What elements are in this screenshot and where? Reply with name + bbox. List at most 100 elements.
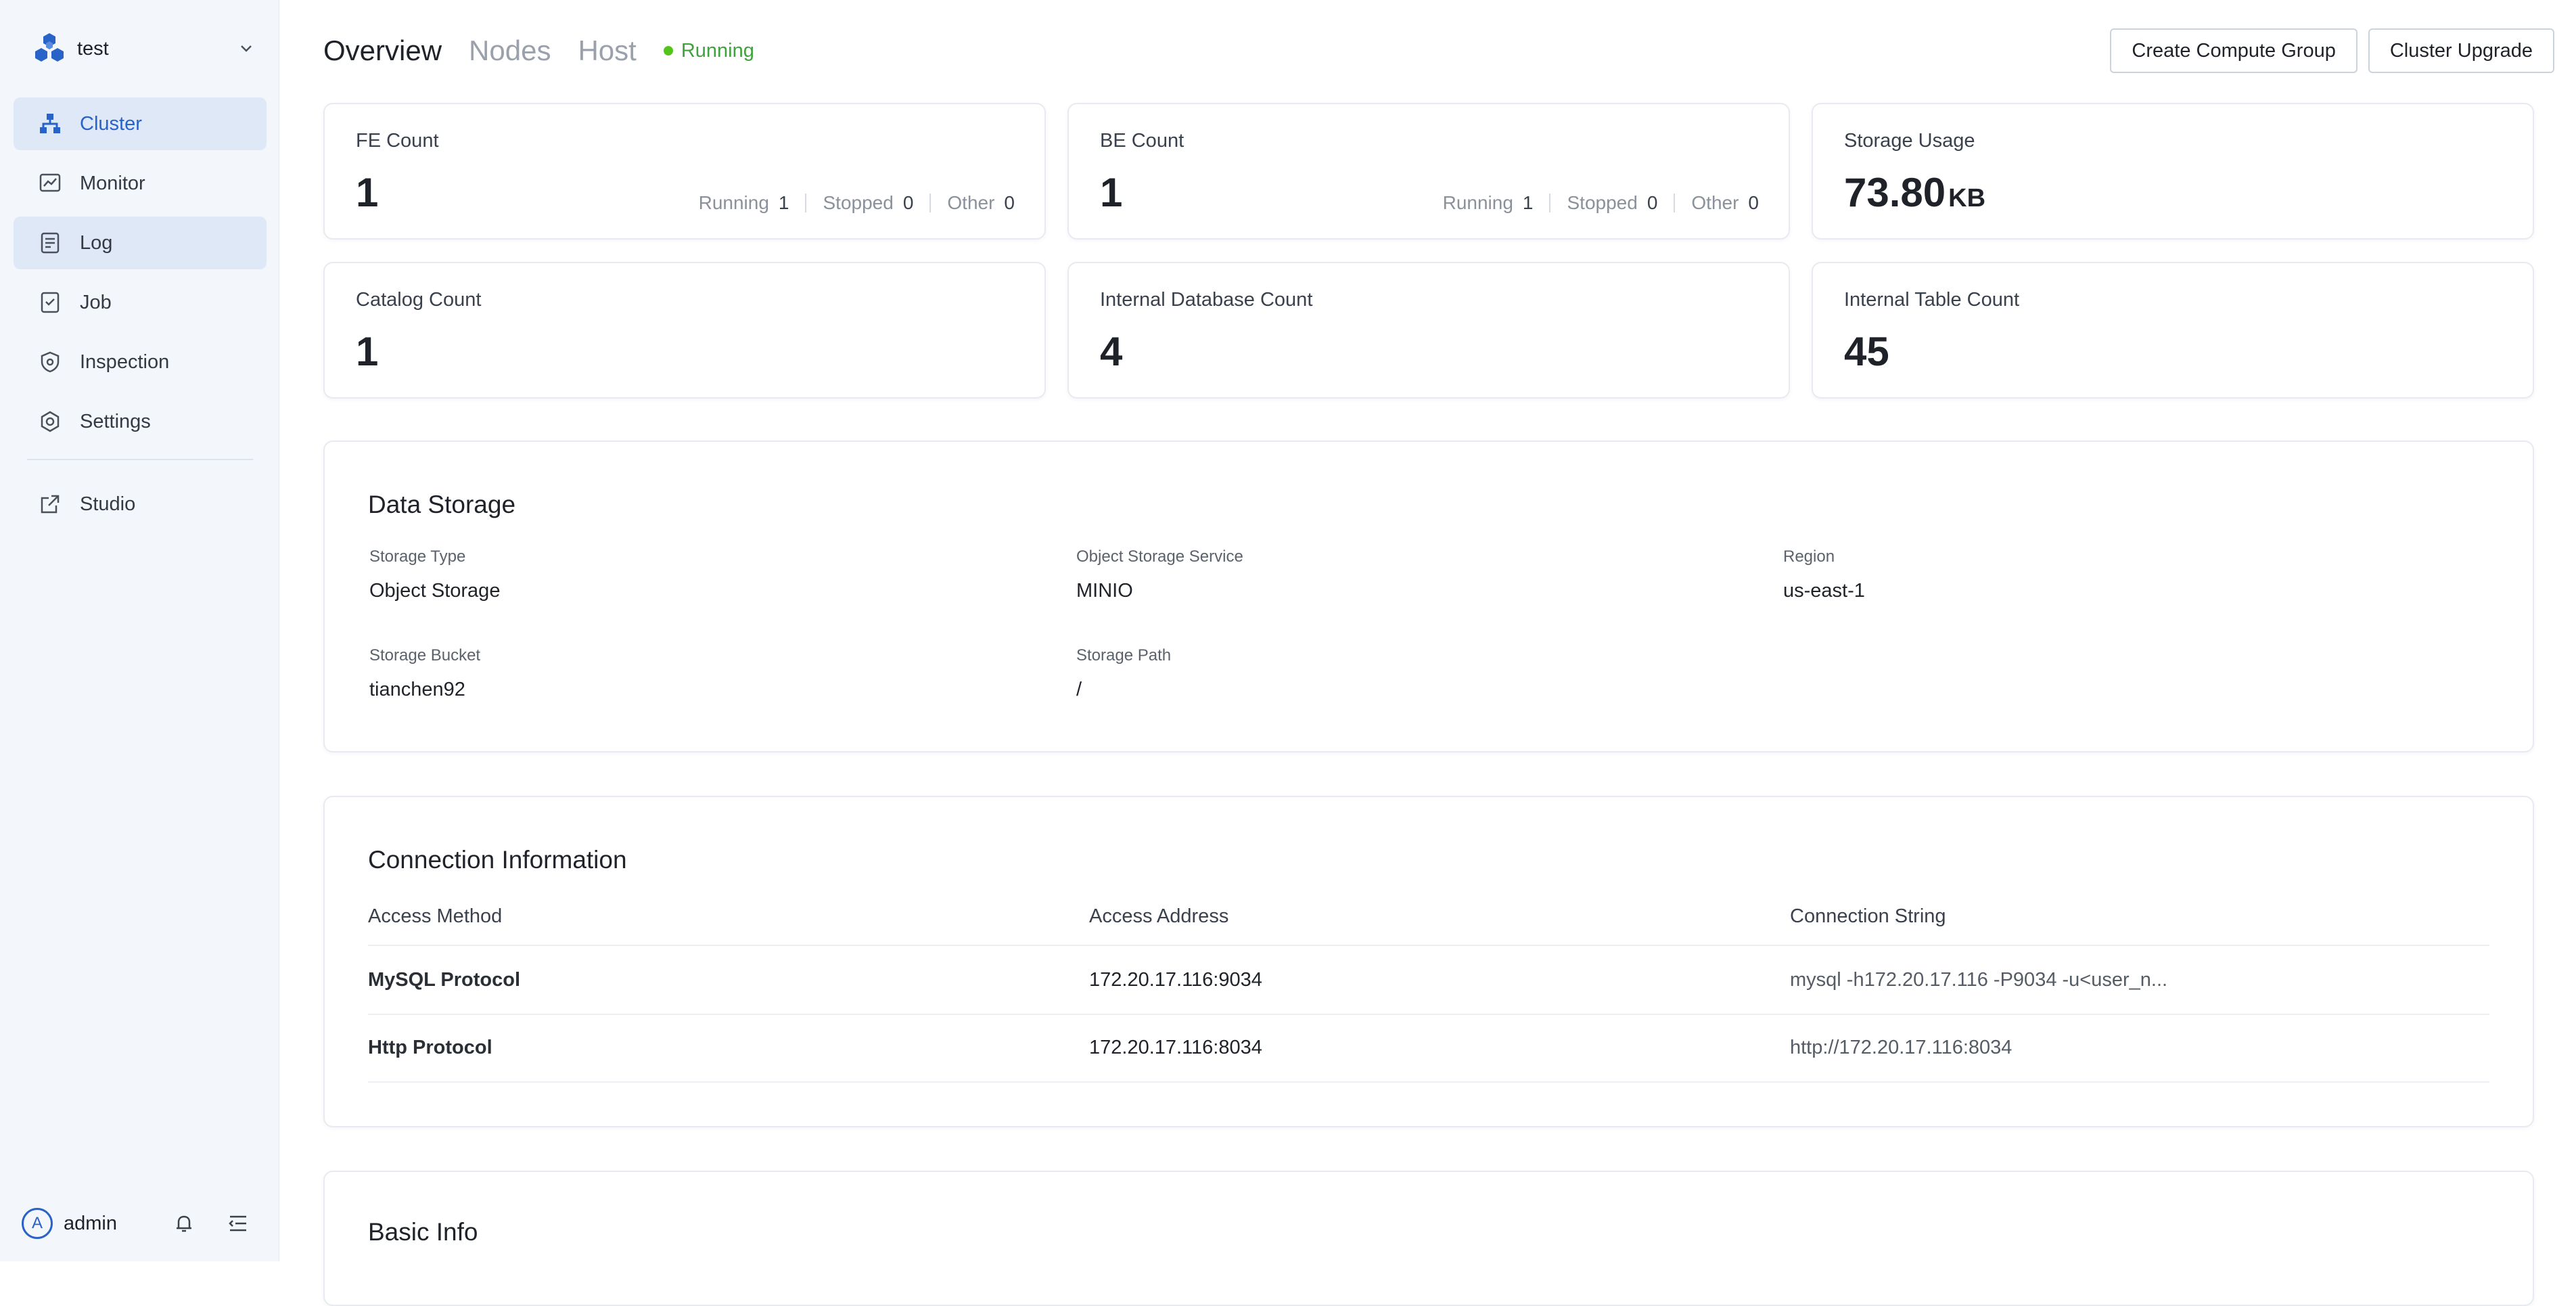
internal-table-count-card: Internal Table Count 45 [1812,262,2534,399]
object-storage-service-label: Object Storage Service [1076,547,1243,566]
section-title: Data Storage [368,491,516,518]
sidebar-item-studio[interactable]: Studio [14,478,267,531]
fe-count-card: FE Count 1 Running 1 Stopped 0 Other 0 [323,103,1046,240]
card-label: BE Count [1100,130,1184,152]
connection-info-card: Connection Information Access Method Acc… [323,796,2534,1127]
nav-divider [27,459,253,460]
other-label: Other [1691,192,1739,213]
storage-unit: KB [1948,184,1986,212]
gear-icon [38,409,62,434]
header-actions: Create Compute Group Cluster Upgrade [2099,28,2554,73]
card-label: FE Count [356,130,439,152]
cluster-switcher[interactable]: test [32,30,256,68]
status-badge: Running [663,39,754,62]
sidebar-item-cluster[interactable]: Cluster [14,97,267,150]
sidebar-item-inspection[interactable]: Inspection [14,336,267,388]
collapse-menu-icon[interactable] [226,1211,250,1236]
divider [805,194,807,212]
log-icon [38,231,62,255]
storage-value: 73.80 [1844,170,1946,215]
access-method-cell: MySQL Protocol [368,969,521,991]
divider [1549,194,1551,212]
table-row: Http Protocol 172.20.17.116:8034 http://… [368,1014,2489,1083]
status-breakdown: Running 1 Stopped 0 Other 0 [699,192,1015,214]
stopped-label: Stopped [823,192,894,213]
sidebar-item-log[interactable]: Log [14,217,267,269]
card-value: 73.80 KB [1844,169,1985,216]
card-value: 45 [1844,329,1889,374]
cluster-upgrade-button[interactable]: Cluster Upgrade [2368,28,2554,73]
running-label: Running [698,192,769,213]
bell-icon[interactable] [172,1211,196,1236]
chevron-down-icon [241,45,252,52]
region-label: Region [1783,547,1835,566]
tab-host[interactable]: Host [578,35,636,67]
app-logo-icon [35,33,64,62]
sidebar-item-label: Cluster [80,112,142,135]
cluster-icon [38,112,62,136]
cluster-name: test [77,37,109,60]
column-header-access-method: Access Method [368,905,503,927]
basic-info-card: Basic Info [323,1171,2534,1306]
storage-path-label: Storage Path [1076,646,1172,665]
username[interactable]: admin [64,1213,117,1235]
storage-usage-card: Storage Usage 73.80 KB [1812,103,2534,240]
table-row: MySQL Protocol 172.20.17.116:9034 mysql … [368,945,2489,1015]
storage-type-value: Object Storage [369,580,501,602]
catalog-count-card: Catalog Count 1 [323,262,1046,399]
connection-string-cell[interactable]: mysql -h172.20.17.116 -P9034 -u<user_n..… [1790,969,2167,991]
sidebar-item-settings[interactable]: Settings [14,395,267,448]
card-value: 1 [356,329,379,374]
card-value: 1 [1100,170,1123,215]
card-label: Internal Database Count [1100,289,1313,311]
sidebar-item-label: Studio [80,493,136,515]
sidebar-item-label: Monitor [80,172,145,194]
main-content: Overview Nodes Host Running Create Compu… [279,0,2576,1306]
column-header-connection-string: Connection String [1790,905,1946,927]
tab-nodes[interactable]: Nodes [469,35,551,67]
page-header: Overview Nodes Host Running [323,30,754,72]
section-title: Basic Info [368,1218,478,1246]
object-storage-service-value: MINIO [1076,580,1133,602]
running-count: 1 [778,192,789,213]
other-label: Other [947,192,995,213]
other-count: 0 [1748,192,1759,213]
connection-string-cell[interactable]: http://172.20.17.116:8034 [1790,1037,2012,1059]
external-link-icon [38,492,62,516]
monitor-icon [38,171,62,196]
storage-path-value: / [1076,679,1082,700]
create-compute-group-button[interactable]: Create Compute Group [2110,28,2358,73]
card-value: 1 [356,170,379,215]
access-address-cell[interactable]: 172.20.17.116:8034 [1089,1037,1262,1059]
avatar[interactable]: A [22,1208,53,1239]
access-address-cell[interactable]: 172.20.17.116:9034 [1089,969,1262,991]
stopped-label: Stopped [1567,192,1638,213]
sidebar-nav: Cluster Monitor Log Job Inspection Setti… [14,97,267,537]
sidebar: test Cluster Monitor Log Job Inspection … [0,0,279,1261]
inspection-icon [38,350,62,374]
status-text: Running [681,39,754,62]
data-storage-card: Data Storage Storage Type Object Storage… [323,441,2534,752]
region-value: us-east-1 [1783,580,1865,602]
storage-type-label: Storage Type [369,547,466,566]
sidebar-item-label: Settings [80,410,151,432]
internal-database-count-card: Internal Database Count 4 [1067,262,1790,399]
divider [929,194,932,212]
sidebar-item-job[interactable]: Job [14,276,267,329]
sidebar-item-label: Job [80,291,112,313]
card-label: Internal Table Count [1844,289,2020,311]
section-title: Connection Information [368,846,627,874]
card-value: 4 [1100,329,1123,374]
status-dot-icon [663,46,673,55]
other-count: 0 [1004,192,1015,213]
card-label: Storage Usage [1844,130,1975,152]
tab-overview[interactable]: Overview [323,35,442,67]
running-label: Running [1442,192,1513,213]
status-breakdown: Running 1 Stopped 0 Other 0 [1443,192,1759,214]
sidebar-footer: A admin [22,1204,258,1242]
access-method-cell: Http Protocol [368,1037,492,1058]
sidebar-item-monitor[interactable]: Monitor [14,157,267,210]
stopped-count: 0 [1647,192,1658,213]
storage-bucket-value: tianchen92 [369,679,465,700]
stopped-count: 0 [902,192,914,213]
